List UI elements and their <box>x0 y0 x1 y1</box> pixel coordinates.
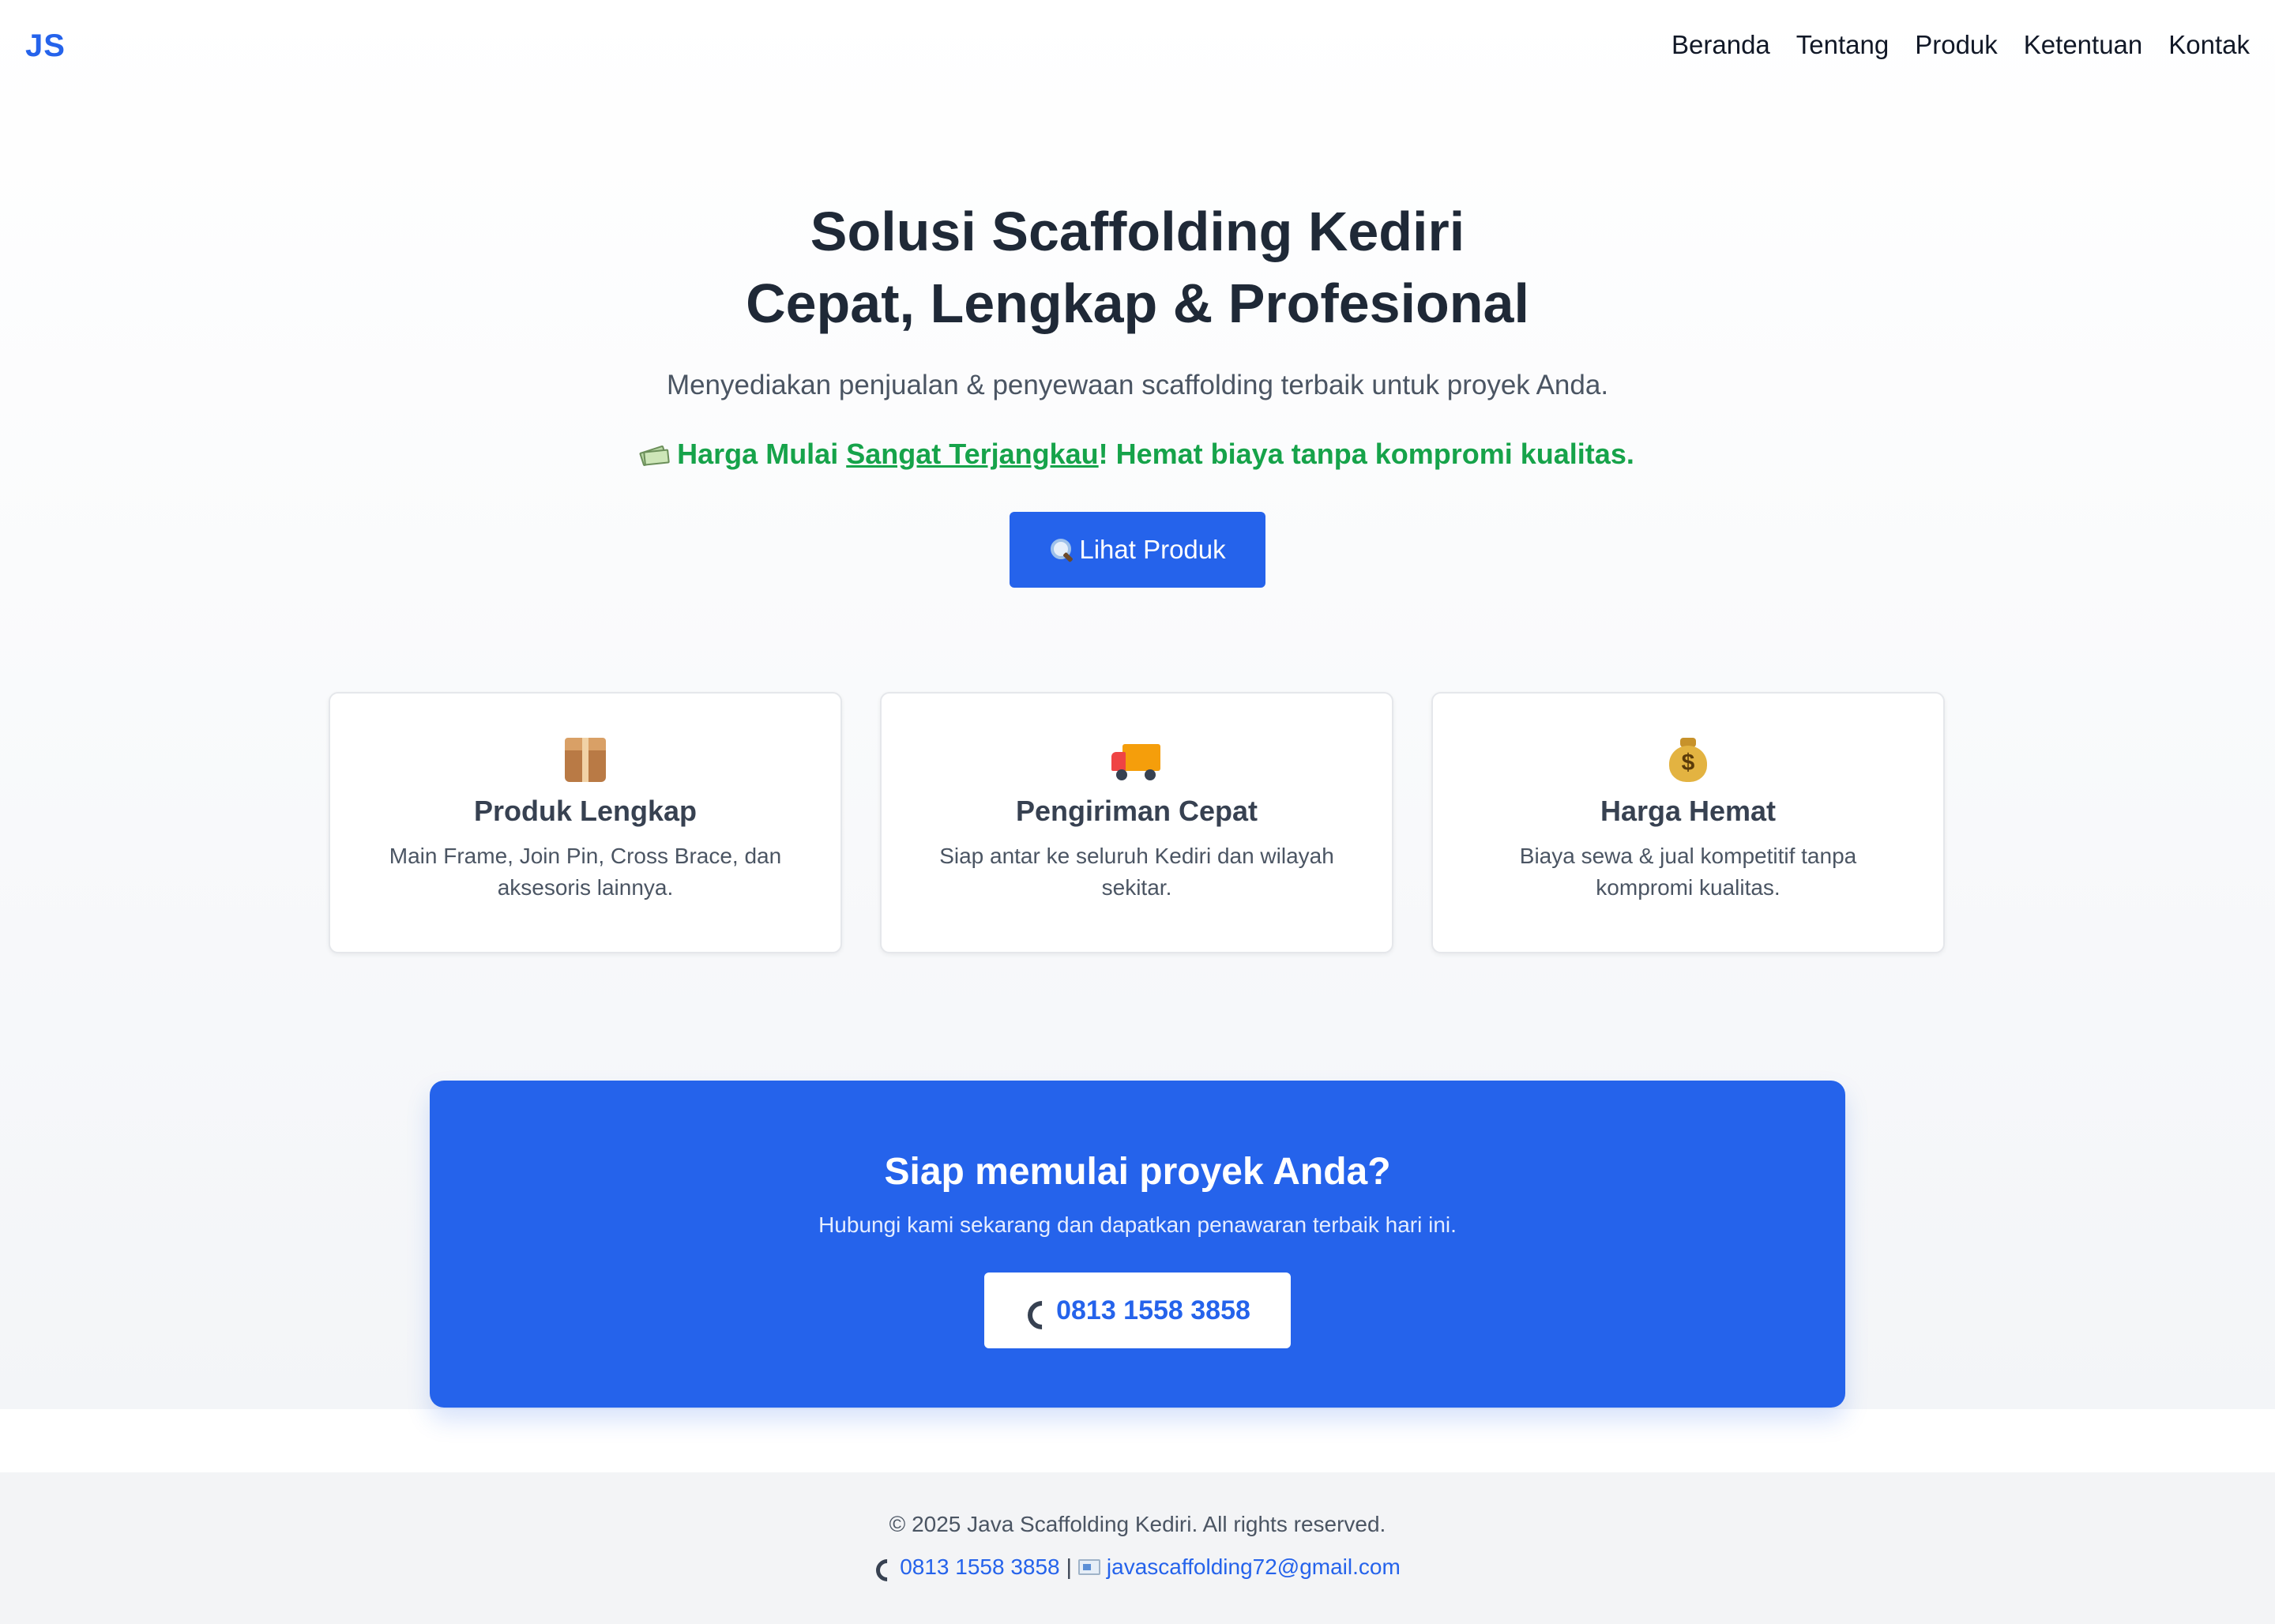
cta-banner: Siap memulai proyek Anda? Hubungi kami s… <box>430 1081 1845 1408</box>
footer-separator: | <box>1066 1554 1072 1579</box>
page: JS Beranda Tentang Produk Ketentuan Kont… <box>0 0 2275 1624</box>
call-button-label: 0813 1558 3858 <box>1056 1295 1250 1325</box>
promo-highlight: Sangat Terjangkau <box>846 438 1099 470</box>
banner-title: Siap memulai proyek Anda? <box>884 1151 1391 1193</box>
feature-text: Main Frame, Join Pin, Cross Brace, dan a… <box>389 844 782 900</box>
nav-item-produk[interactable]: Produk <box>1915 30 1998 60</box>
promo-prefix: Harga Mulai <box>677 438 847 470</box>
nav-item-beranda[interactable]: Beranda <box>1671 30 1770 60</box>
features-section: Produk Lengkap Main Frame, Join Pin, Cro… <box>329 692 1945 953</box>
telephone-icon <box>1025 1298 1050 1323</box>
email-icon <box>1077 1559 1100 1575</box>
footer-email-link[interactable]: javascaffolding72@gmail.com <box>1107 1554 1401 1580</box>
hero-title-line2: Cepat, Lengkap & Profesional <box>746 273 1529 334</box>
delivery-truck-icon <box>1111 735 1162 785</box>
feature-card-produk: Produk Lengkap Main Frame, Join Pin, Cro… <box>329 692 842 953</box>
view-products-button[interactable]: Lihat Produk <box>1010 512 1265 588</box>
hero-title-line1: Solusi Scaffolding Kediri <box>810 201 1465 262</box>
hero-section: Solusi Scaffolding Kediri Cepat, Lengkap… <box>0 196 2275 588</box>
feature-title: Harga Hemat <box>1600 795 1777 827</box>
nav-item-tentang[interactable]: Tentang <box>1796 30 1889 60</box>
banner-text: Hubungi kami sekarang dan dapatkan penaw… <box>818 1212 1457 1237</box>
footer-phone-link[interactable]: 0813 1558 3858 <box>900 1554 1059 1580</box>
site-header: JS Beranda Tentang Produk Ketentuan Kont… <box>0 0 2275 95</box>
logo[interactable]: JS <box>25 28 66 64</box>
feature-text: Siap antar ke seluruh Kediri dan wilayah… <box>939 844 1334 900</box>
hero-title: Solusi Scaffolding Kediri Cepat, Lengkap… <box>0 196 2275 340</box>
main-nav: Beranda Tentang Produk Ketentuan Kontak <box>1671 30 2250 60</box>
money-with-wings-icon <box>639 444 671 467</box>
feature-card-harga: $ Harga Hemat Biaya sewa & jual kompetit… <box>1431 692 1945 953</box>
call-button[interactable]: 0813 1558 3858 <box>984 1273 1291 1348</box>
feature-text: Biaya sewa & jual kompetitif tanpa kompr… <box>1519 844 1857 900</box>
feature-card-pengiriman: Pengiriman Cepat Siap antar ke seluruh K… <box>880 692 1393 953</box>
feature-title: Produk Lengkap <box>473 795 698 827</box>
site-footer: © 2025 Java Scaffolding Kediri. All righ… <box>0 1472 2275 1624</box>
package-icon <box>560 735 611 785</box>
hero-subtitle: Menyediakan penjualan & penyewaan scaffo… <box>666 370 1609 400</box>
nav-item-ketentuan[interactable]: Ketentuan <box>2024 30 2142 60</box>
telephone-icon <box>874 1558 893 1577</box>
feature-title: Pengiriman Cepat <box>1015 795 1258 827</box>
magnifier-icon <box>1049 537 1074 562</box>
footer-copyright: © 2025 Java Scaffolding Kediri. All righ… <box>889 1512 1386 1536</box>
money-bag-icon: $ <box>1663 735 1713 785</box>
footer-contact: 0813 1558 3858 | javascaffolding72@gmail… <box>0 1554 2275 1580</box>
promo-suffix: ! Hemat biaya tanpa kompromi kualitas. <box>1098 438 1634 470</box>
nav-item-kontak[interactable]: Kontak <box>2168 30 2250 60</box>
promo-text: Harga Mulai Sangat Terjangkau! Hemat bia… <box>0 438 2275 471</box>
view-products-label: Lihat Produk <box>1079 535 1226 564</box>
